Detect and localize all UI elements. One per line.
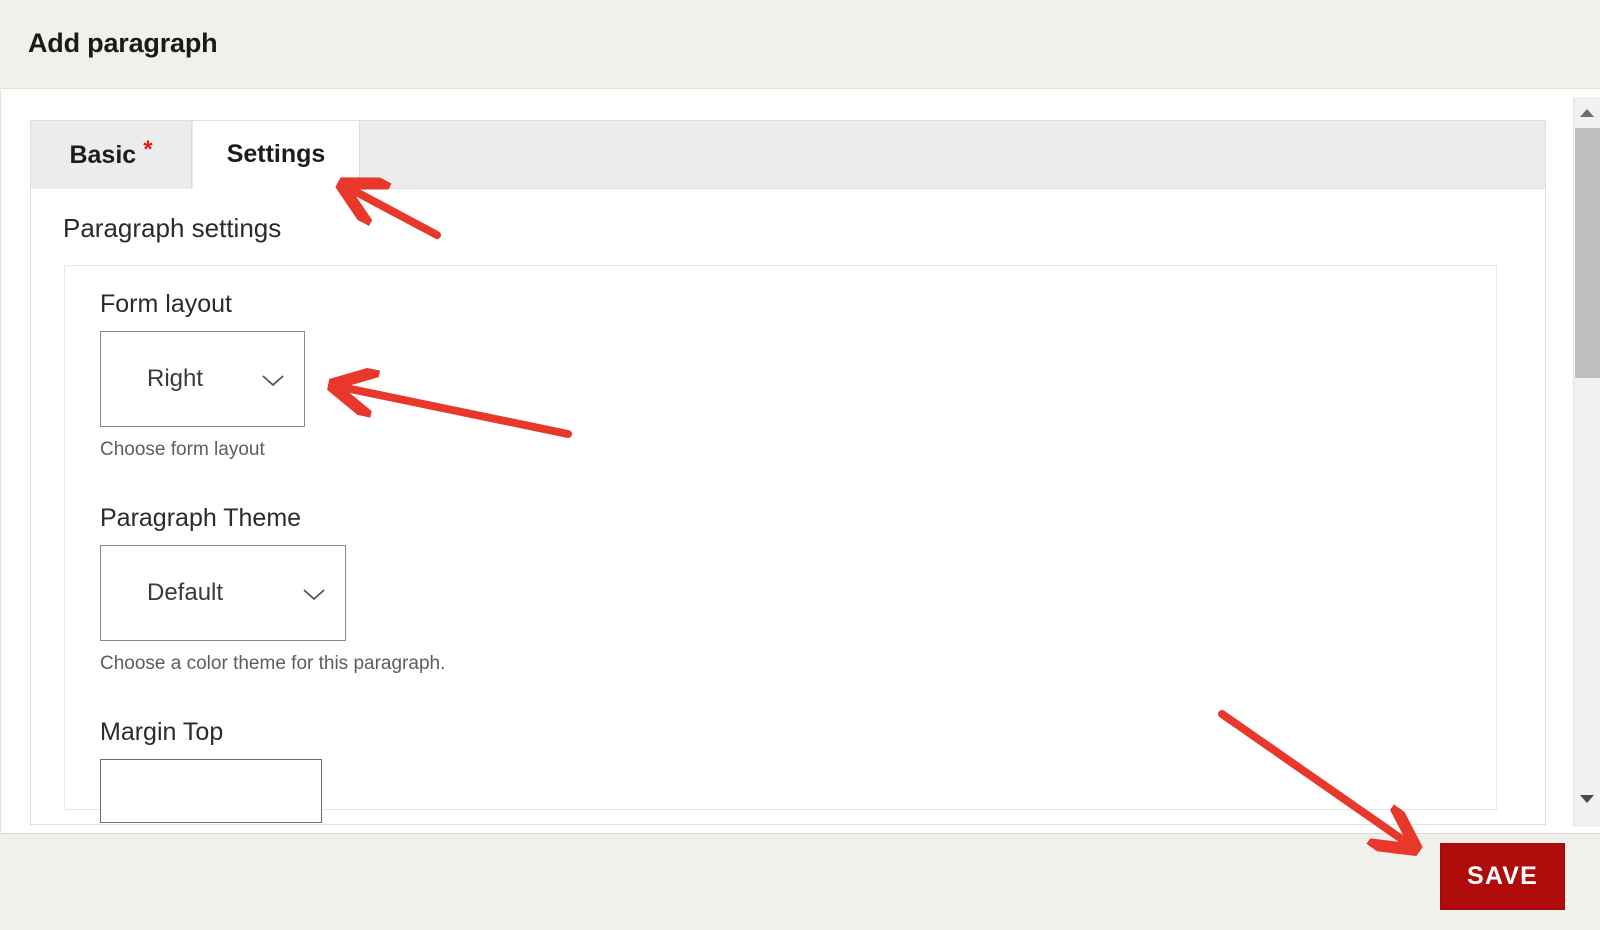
window-header: Add paragraph: [0, 0, 1600, 89]
margin-top-input[interactable]: [100, 759, 322, 823]
save-button[interactable]: SAVE: [1440, 843, 1565, 910]
section-title: Paragraph settings: [63, 213, 282, 243]
field-description-paragraph-theme: Choose a color theme for this paragraph.: [100, 653, 446, 674]
tab-settings[interactable]: Settings: [193, 121, 360, 189]
paragraph-theme-selected-value: Default: [147, 579, 224, 606]
required-asterisk-icon: *: [143, 136, 153, 163]
tab-basic-label: Basic: [69, 140, 137, 169]
modal-body-inner: Basic * Settings Paragraph settings Form…: [7, 90, 1600, 833]
tab-strip: Basic * Settings: [31, 121, 1545, 189]
scrollbar-thumb[interactable]: [1575, 128, 1600, 378]
form-layout-select[interactable]: Right: [100, 331, 305, 427]
chevron-down-icon: [262, 374, 284, 386]
settings-fieldset: Form layout Right Choose form layout Par…: [64, 265, 1497, 823]
scroll-down-button[interactable]: [1574, 787, 1600, 813]
triangle-up-icon: [1579, 105, 1595, 123]
field-paragraph-theme: Paragraph Theme Default Choose a color t…: [100, 506, 445, 676]
field-label-paragraph-theme: Paragraph Theme: [100, 504, 302, 532]
field-label-margin-top: Margin Top: [100, 718, 224, 746]
chevron-down-icon: [303, 588, 325, 600]
modal-footer: SAVE: [0, 833, 1600, 930]
tab-content-settings: Paragraph settings Form layout Right Cho…: [31, 189, 1545, 824]
vertical-scrollbar[interactable]: [1573, 97, 1600, 827]
modal-body: Basic * Settings Paragraph settings Form…: [0, 90, 1600, 833]
scroll-up-button[interactable]: [1574, 101, 1600, 127]
field-margin-top: Margin Top: [100, 720, 322, 823]
tab-basic[interactable]: Basic *: [31, 121, 192, 189]
field-description-form-layout: Choose form layout: [100, 439, 265, 460]
form-layout-selected-value: Right: [147, 365, 204, 392]
field-label-form-layout: Form layout: [100, 290, 232, 318]
tabs-panel: Basic * Settings Paragraph settings Form…: [30, 120, 1546, 825]
tab-settings-label: Settings: [226, 140, 326, 168]
page-title: Add paragraph: [28, 28, 218, 58]
field-form-layout: Form layout Right Choose form layout: [100, 292, 305, 462]
triangle-down-icon: [1579, 791, 1595, 809]
paragraph-theme-select[interactable]: Default: [100, 545, 346, 641]
